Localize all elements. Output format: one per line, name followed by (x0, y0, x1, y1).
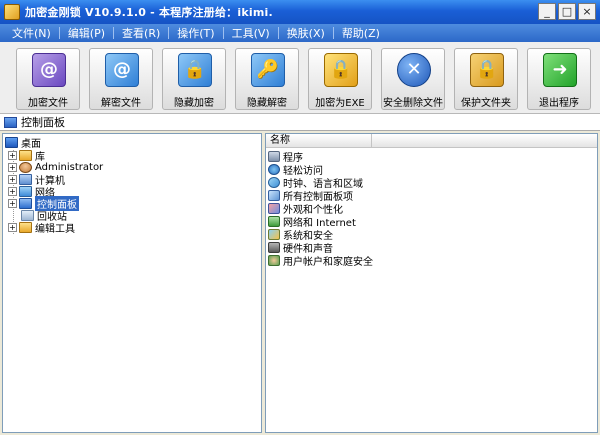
system-security-icon (268, 229, 280, 240)
menu-bar: 文件(N) 编辑(P) 查看(R) 操作(T) 工具(V) 换肤(X) 帮助(Z… (0, 24, 600, 42)
menu-separator (222, 27, 224, 39)
appearance-icon (268, 203, 280, 214)
window-controls: _ □ × (538, 3, 596, 20)
folder-icon (19, 221, 32, 233)
encrypt-file-label: 加密文件 (28, 98, 68, 109)
control-panel-icon (4, 116, 17, 128)
exit-label: 退出程序 (539, 98, 579, 109)
programs-icon (268, 151, 280, 162)
close-button[interactable]: × (578, 3, 596, 20)
menu-help[interactable]: 帮助(Z) (336, 25, 386, 41)
menu-file[interactable]: 文件(N) (6, 25, 57, 41)
menu-view[interactable]: 查看(R) (116, 25, 166, 41)
maximize-button[interactable]: □ (558, 3, 576, 20)
exit-arrow-icon: ➜ (543, 53, 577, 87)
expand-toggle[interactable]: + (8, 174, 17, 184)
secure-delete-icon: ✕ (397, 53, 431, 87)
encrypt-exe-icon: 🔒 (324, 53, 358, 87)
list-column-header: 名称 (266, 134, 597, 148)
encrypt-exe-button[interactable]: 🔒 加密为EXE (308, 48, 372, 110)
column-name-header[interactable]: 名称 (266, 134, 372, 148)
expand-toggle[interactable]: + (8, 162, 17, 172)
secure-delete-label: 安全删除文件 (383, 98, 443, 109)
protect-folder-icon: 🔒 (470, 53, 504, 87)
encrypt-exe-label: 加密为EXE (315, 98, 365, 109)
minimize-button[interactable]: _ (538, 3, 556, 20)
tree-item-label: 编辑工具 (35, 223, 75, 235)
protect-folder-button[interactable]: 🔒 保护文件夹 (454, 48, 518, 110)
menu-operation[interactable]: 操作(T) (171, 25, 220, 41)
expand-toggle[interactable]: + (8, 186, 17, 196)
menu-separator (58, 27, 60, 39)
hidden-encrypt-button[interactable]: 🔒 隐藏加密 (162, 48, 226, 110)
encrypt-file-button[interactable]: @ 加密文件 (16, 48, 80, 110)
network-icon (19, 185, 32, 197)
exit-button[interactable]: ➜ 退出程序 (527, 48, 591, 110)
control-panel-icon (19, 197, 32, 209)
menu-separator (332, 27, 334, 39)
menu-separator (113, 27, 115, 39)
tree-item-desktop[interactable]: 桌面 (5, 136, 41, 150)
menu-separator (168, 27, 170, 39)
menu-tools[interactable]: 工具(V) (226, 25, 276, 41)
menu-edit[interactable]: 编辑(P) (62, 25, 111, 41)
ease-of-access-icon (268, 164, 280, 175)
folder-tree[interactable]: 桌面 + 库 + Administrator + 计算机 + 网络 + 控制面板… (2, 133, 262, 433)
tree-item-library[interactable]: + 库 (8, 149, 45, 163)
hidden-encrypt-label: 隐藏加密 (174, 98, 214, 109)
protect-folder-label: 保护文件夹 (461, 98, 511, 109)
computer-icon (19, 173, 32, 185)
desktop-icon (5, 136, 18, 148)
hidden-decrypt-label: 隐藏解密 (247, 98, 287, 109)
item-list[interactable]: 名称 程序 轻松访问 时钟、语言和区域 所有控制面板项 外观和个性化 网络和 I… (265, 133, 598, 433)
user-accounts-icon (268, 255, 280, 266)
list-item-user-accounts[interactable]: 用户帐户和家庭安全 (268, 254, 373, 268)
toolbar: @ 加密文件 @ 解密文件 🔒 隐藏加密 🔑 隐藏解密 🔒 加密为EXE ✕ 安… (0, 42, 600, 114)
tree-item-edit-tools[interactable]: + 编辑工具 (8, 221, 75, 235)
user-icon (19, 161, 32, 173)
hardware-sound-icon (268, 242, 280, 253)
library-icon (19, 149, 32, 161)
address-text: 控制面板 (21, 116, 65, 129)
recycle-bin-icon (21, 209, 34, 221)
app-lock-icon (4, 4, 20, 20)
address-bar[interactable]: 控制面板 (0, 114, 600, 131)
hidden-decrypt-button[interactable]: 🔑 隐藏解密 (235, 48, 299, 110)
expand-toggle[interactable]: + (8, 222, 17, 232)
hidden-encrypt-icon: 🔒 (178, 53, 212, 87)
window-title: 加密金刚锁 V10.9.1.0 - 本程序注册给：ikimi. (25, 6, 273, 19)
expand-toggle[interactable]: + (8, 150, 17, 160)
expand-toggle[interactable]: + (8, 198, 17, 208)
decrypt-file-label: 解密文件 (101, 98, 141, 109)
menu-separator (277, 27, 279, 39)
list-item-label: 用户帐户和家庭安全 (283, 257, 373, 268)
secure-delete-button[interactable]: ✕ 安全删除文件 (381, 48, 445, 110)
encrypt-file-icon: @ (32, 53, 66, 87)
menu-skin[interactable]: 换肤(X) (281, 25, 331, 41)
control-panel-items-icon (268, 190, 280, 201)
clock-globe-icon (268, 177, 280, 188)
title-bar: 加密金刚锁 V10.9.1.0 - 本程序注册给：ikimi. _ □ × (0, 0, 600, 24)
decrypt-file-button[interactable]: @ 解密文件 (89, 48, 153, 110)
hidden-decrypt-icon: 🔑 (251, 53, 285, 87)
network-internet-icon (268, 216, 280, 227)
decrypt-file-icon: @ (105, 53, 139, 87)
